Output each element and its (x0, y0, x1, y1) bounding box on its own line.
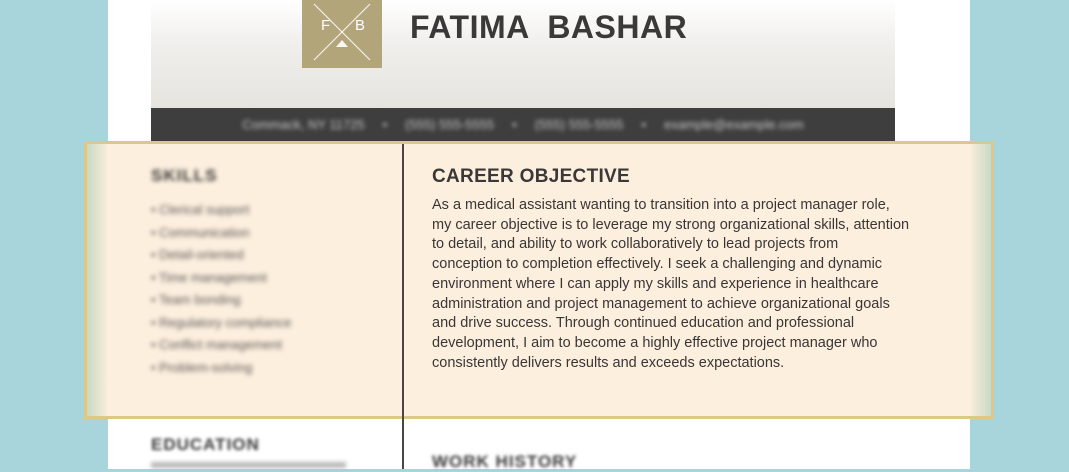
career-objective-heading: CAREER OBJECTIVE (432, 166, 631, 187)
monogram-letter-right: B (355, 17, 365, 34)
contact-bar: Commack, NY 11725 • (555) 555-5555 • (555) 5… (151, 108, 895, 142)
contact-location: Commack, NY 11725 (242, 117, 365, 132)
skill-item: • Conflict management (151, 337, 283, 352)
skill-item: • Clerical support (151, 202, 250, 217)
separator-dot: • (641, 117, 647, 132)
highlight-right-tint (971, 144, 991, 416)
education-blurred-line (151, 462, 346, 468)
skills-list: • Clerical support • Communication • Det… (151, 199, 291, 379)
career-objective-text: As a medical assistant wanting to transi… (432, 197, 910, 371)
monogram-logo: F B (302, 0, 382, 68)
skill-item: • Team bonding (151, 292, 241, 307)
highlight-left-tint (87, 144, 107, 416)
skill-item: • Regulatory compliance (151, 314, 292, 330)
skill-item: • Communication (151, 224, 250, 240)
contact-email: example@example.com (664, 117, 804, 132)
separator-dot: • (382, 117, 388, 132)
monogram-letter-left: F (321, 17, 330, 34)
contact-phone-1: (555) 555-5555 (405, 117, 495, 132)
contact-phone-2: (555) 555-5555 (534, 117, 624, 132)
separator-dot: • (512, 117, 517, 132)
skill-item: • Detail-oriented (151, 247, 244, 262)
skills-heading: SKILLS (151, 166, 218, 185)
skill-item: • Time management (151, 269, 267, 285)
education-heading: EDUCATION (151, 435, 260, 454)
contact-info: Commack, NY 11725 • (555) 555-5555 • (555) 5… (151, 108, 895, 142)
work-history-heading: WORK HISTORY (432, 452, 578, 471)
monogram-cross-icon: F B (313, 3, 371, 61)
column-divider (402, 144, 404, 469)
candidate-name: FATIMA BASHAR (410, 9, 688, 45)
skill-item: • Problem-solving (151, 359, 253, 375)
